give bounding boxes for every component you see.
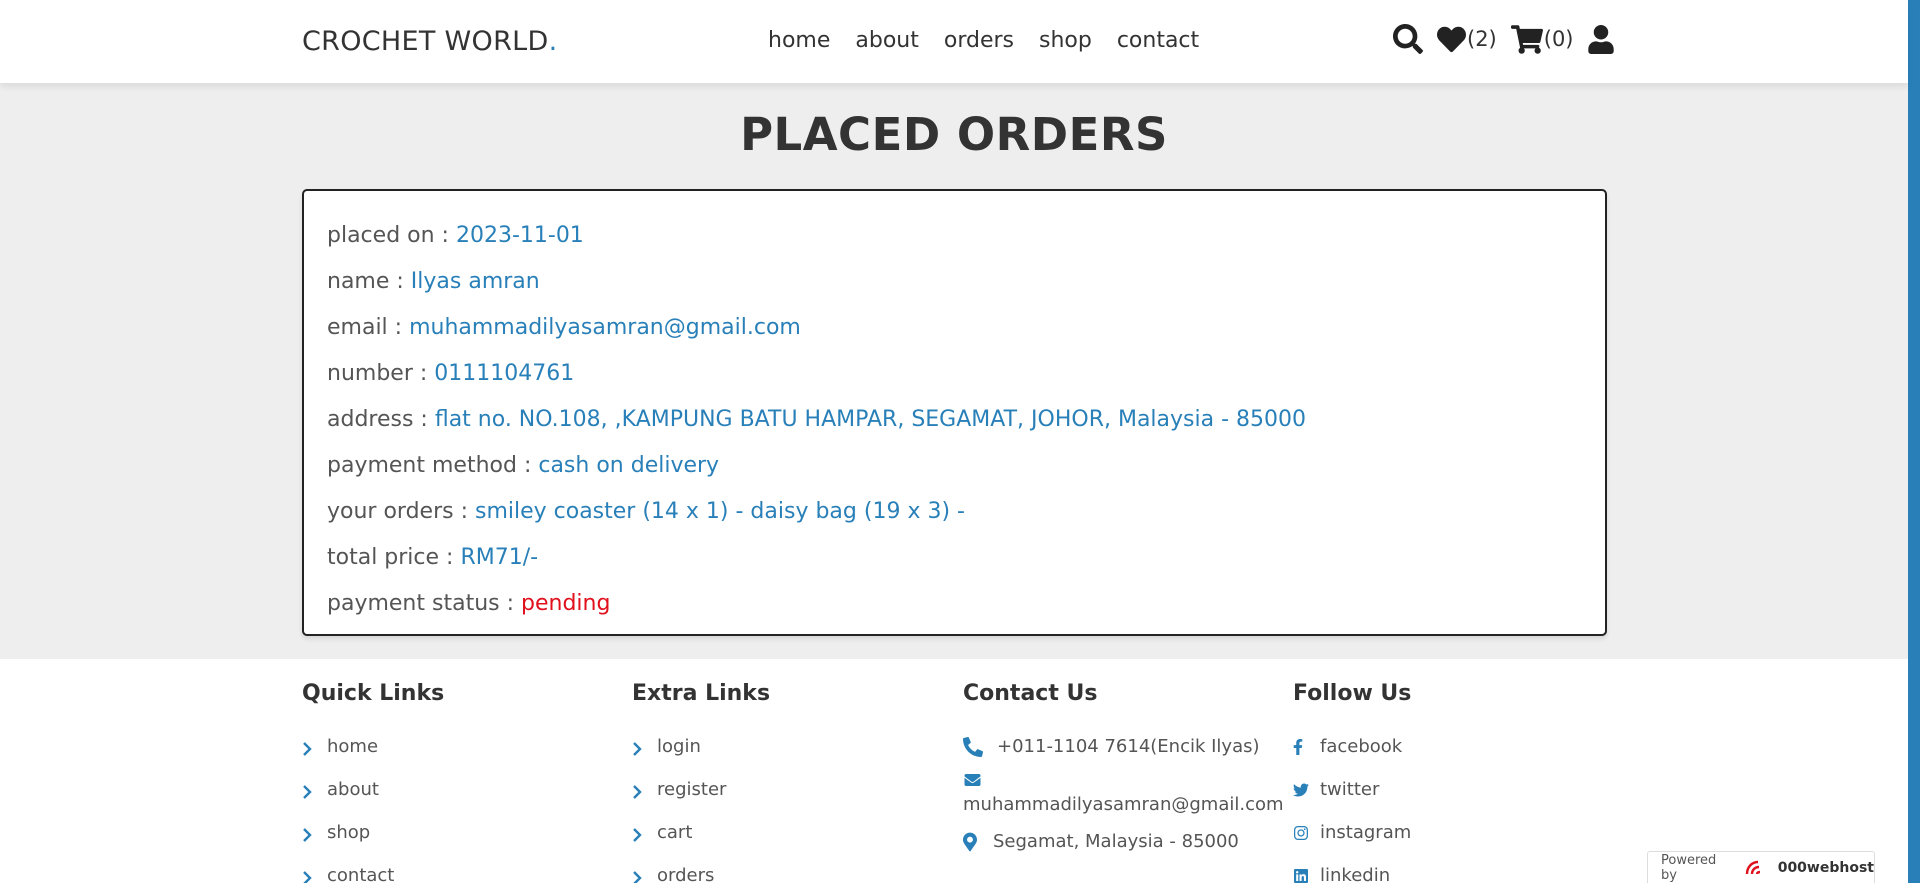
contact-phone: +011-1104 7614(Encik Ilyas): [963, 725, 1284, 768]
footer-heading: Quick Links: [302, 681, 445, 706]
social-instagram[interactable]: instagram: [1293, 811, 1411, 854]
order-payment-status: payment status : pending: [327, 591, 611, 616]
order-payment-method: payment method : cash on delivery: [327, 453, 720, 478]
status-badge: pending: [521, 591, 611, 616]
contact-email: muhammadilyasamran@gmail.com: [963, 772, 1284, 820]
footer-link-cart[interactable]: cart: [632, 811, 770, 854]
footer-heading: Extra Links: [632, 681, 771, 706]
cart-button[interactable]: (0): [1510, 24, 1574, 54]
footer-contact: Contact Us +011-1104 7614(Encik Ilyas) m…: [963, 681, 1284, 863]
footer-link-about[interactable]: about: [302, 768, 444, 811]
nav-home[interactable]: home: [768, 28, 830, 53]
order-placed-on: placed on : 2023-11-01: [327, 223, 584, 248]
wishlist-count: (2): [1467, 27, 1497, 51]
main-nav: home about orders shop contact: [768, 28, 1224, 53]
chevron-right-icon: [302, 740, 312, 756]
order-name: name : Ilyas amran: [327, 269, 540, 294]
phone-icon: [963, 736, 983, 757]
order-address: address : flat no. NO.108, ,KAMPUNG BATU…: [327, 407, 1307, 432]
site-footer: Quick Links home about shop contact Extr…: [0, 659, 1908, 883]
social-facebook[interactable]: facebook: [1293, 725, 1411, 768]
footer-link-register[interactable]: register: [632, 768, 770, 811]
linkedin-icon: [1293, 868, 1309, 883]
twitter-icon: [1293, 782, 1309, 798]
order-number: number : 0111104761: [327, 361, 575, 386]
nav-orders[interactable]: orders: [944, 28, 1014, 53]
nav-contact[interactable]: contact: [1117, 28, 1199, 53]
order-card: placed on : 2023-11-01 name : Ilyas amra…: [302, 189, 1607, 636]
footer-link-login[interactable]: login: [632, 725, 770, 768]
page-title: PLACED ORDERS: [740, 108, 1168, 161]
map-marker-icon: [963, 832, 979, 852]
footer-follow: Follow Us facebook twitter instagram lin…: [1293, 681, 1411, 883]
search-icon[interactable]: [1393, 24, 1423, 54]
user-icon[interactable]: [1587, 24, 1614, 54]
powered-by-badge[interactable]: Powered by 000webhost: [1647, 851, 1875, 883]
footer-quick-links: Quick Links home about shop contact: [302, 681, 444, 883]
envelope-icon: [963, 772, 1284, 794]
chevron-right-icon: [302, 783, 312, 799]
footer-heading: Contact Us: [963, 681, 1098, 706]
footer-link-orders[interactable]: orders: [632, 854, 770, 883]
site-header: CROCHET WORLD. home about orders shop co…: [0, 0, 1908, 83]
scrollbar-strip[interactable]: [1908, 0, 1920, 883]
chevron-right-icon: [302, 826, 312, 842]
order-items: your orders : smiley coaster (14 x 1) - …: [327, 499, 965, 524]
order-email: email : muhammadilyasamran@gmail.com: [327, 315, 801, 340]
wishlist-button[interactable]: (2): [1437, 25, 1497, 54]
footer-link-contact[interactable]: contact: [302, 854, 444, 883]
heart-icon: [1437, 25, 1466, 54]
site-logo[interactable]: CROCHET WORLD.: [302, 26, 558, 57]
powered-label: Powered by: [1661, 852, 1717, 883]
footer-link-home[interactable]: home: [302, 725, 444, 768]
chevron-right-icon: [632, 783, 642, 799]
footer-link-shop[interactable]: shop: [302, 811, 444, 854]
powered-brand: 000webhost: [1777, 859, 1874, 876]
contact-location: Segamat, Malaysia - 85000: [963, 820, 1284, 863]
chevron-right-icon: [632, 826, 642, 842]
social-linkedin[interactable]: linkedin: [1293, 854, 1411, 883]
nav-shop[interactable]: shop: [1039, 28, 1092, 53]
chevron-right-icon: [302, 869, 312, 883]
order-total-price: total price : RM71/-: [327, 545, 539, 570]
webhost-logo-icon: [1744, 859, 1770, 877]
chevron-right-icon: [632, 740, 642, 756]
social-twitter[interactable]: twitter: [1293, 768, 1411, 811]
instagram-icon: [1293, 825, 1309, 841]
footer-heading: Follow Us: [1293, 681, 1412, 706]
cart-icon: [1510, 24, 1543, 54]
cart-count: (0): [1543, 27, 1574, 51]
chevron-right-icon: [632, 869, 642, 883]
nav-about[interactable]: about: [855, 28, 918, 53]
footer-extra-links: Extra Links login register cart orders: [632, 681, 770, 883]
header-icons: (2) (0): [1393, 24, 1614, 54]
facebook-icon: [1293, 738, 1309, 756]
